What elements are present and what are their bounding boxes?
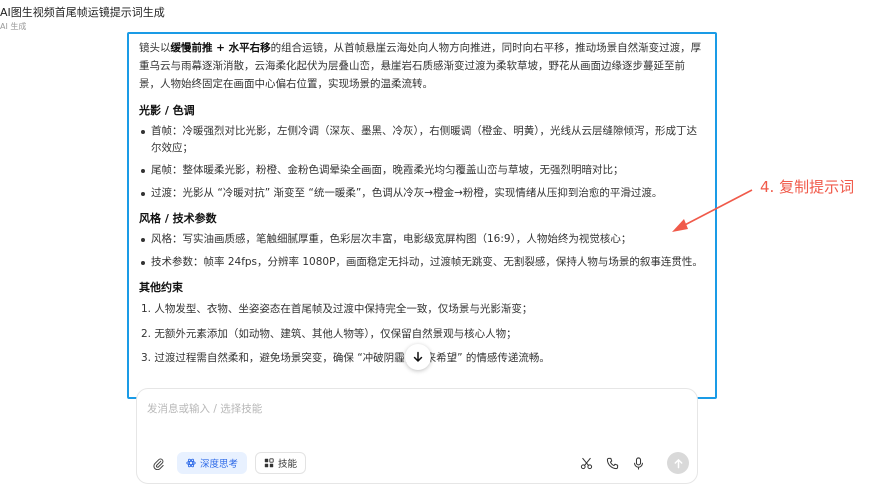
section-title-style: 风格 / 技术参数 — [139, 212, 217, 225]
annotation-label: 4. 复制提示词 — [760, 178, 855, 196]
intro-paragraph: 镜头以缓慢前推 + 水平右移的组合运镜，从首帧悬崖云海处向人物方向推进，同时向右… — [139, 39, 703, 93]
call-button[interactable] — [603, 453, 621, 473]
scissors-icon — [580, 457, 592, 469]
input-right-toolbar — [577, 452, 689, 474]
deep-think-button[interactable]: 深度思考 — [177, 452, 248, 474]
section-title-other: 其他约束 — [139, 281, 183, 294]
grid-icon — [264, 458, 274, 468]
list-item: 2. 无额外元素添加（如动物、建筑、其他人物等），仅保留自然景观与核心人物； — [141, 327, 517, 340]
scissors-button[interactable] — [577, 453, 595, 473]
list-item: 尾帧：整体暖柔光影，粉橙、金粉色调晕染全画面，晚霞柔光均匀覆盖山峦与草坡，无强烈… — [139, 162, 703, 179]
light-list: 首帧：冷暖强烈对比光影，左侧冷调（深灰、墨黑、冷灰），右侧暖调（橙金、明黄），光… — [139, 123, 703, 201]
arrow-up-icon — [674, 458, 682, 468]
style-list: 风格：写实油画质感，笔触细腻厚重，色彩层次丰富，电影级宽屏构图（16:9），人物… — [139, 231, 703, 270]
microphone-icon — [633, 456, 643, 470]
list-item: 首帧：冷暖强烈对比光影，左侧冷调（深灰、墨黑、冷灰），右侧暖调（橙金、明黄），光… — [139, 123, 703, 156]
phone-icon — [606, 457, 618, 469]
voice-input-button[interactable] — [629, 453, 647, 473]
skills-label: 技能 — [278, 459, 298, 470]
page-header: AI图生视频首尾帧运镜提示词生成 AI 生成 — [0, 6, 165, 33]
section-title-light: 光影 / 色调 — [139, 104, 195, 117]
attach-button[interactable] — [147, 452, 169, 474]
skills-button[interactable]: 技能 — [255, 452, 307, 474]
list-item: 技术参数：帧率 24fps，分辨率 1080P，画面稳定无抖动，过渡帧无跳变、无… — [139, 254, 703, 271]
page-title: AI图生视频首尾帧运镜提示词生成 — [0, 6, 165, 19]
intro-pre: 镜头以 — [139, 42, 171, 54]
deep-think-label: 深度思考 — [200, 459, 239, 470]
intro-bold: 缓慢前推 + 水平右移 — [170, 42, 271, 54]
list-item: 风格：写实油画质感，笔触细腻厚重，色彩层次丰富，电影级宽屏构图（16:9），人物… — [139, 231, 703, 248]
atom-icon — [186, 458, 196, 468]
send-button[interactable] — [667, 452, 689, 474]
scroll-down-button[interactable] — [405, 344, 431, 370]
list-item: 过渡：光影从 “冷暖对抗” 渐变至 “统一暖柔”，色调从冷灰→橙金→粉橙，实现情… — [139, 185, 703, 202]
message-input-area[interactable]: 发消息或输入 / 选择技能 深度思考 技能 — [136, 388, 698, 484]
list-item: 1. 人物发型、衣物、坐姿姿态在首尾帧及过渡中保持完全一致，仅场景与光影渐变； — [141, 303, 533, 315]
arrow-down-icon — [413, 351, 423, 362]
message-input[interactable]: 发消息或输入 / 选择技能 — [147, 401, 262, 416]
input-toolbar: 深度思考 技能 — [147, 452, 307, 474]
paperclip-icon — [152, 458, 164, 470]
